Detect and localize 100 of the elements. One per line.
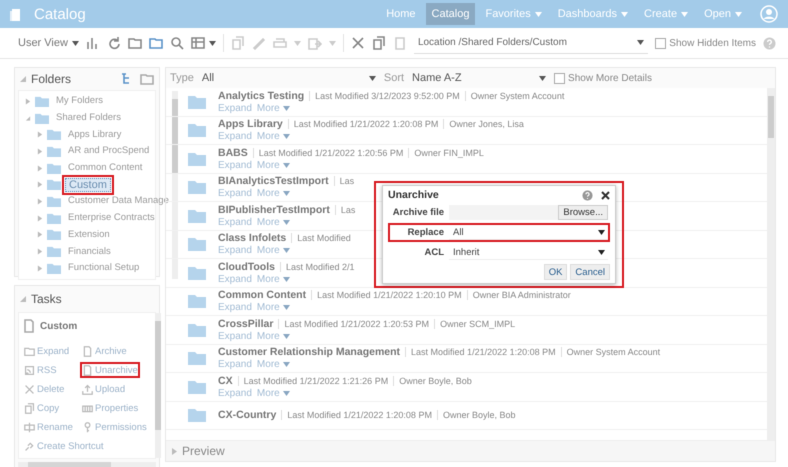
folder-icon[interactable] [140,72,154,86]
collapsed-arrow-icon[interactable] [37,248,43,256]
more-menu-link[interactable]: More [256,188,290,200]
collapsed-arrow-icon[interactable] [37,264,43,272]
copy-icon[interactable] [24,402,35,414]
more-menu-link[interactable]: More [256,102,290,114]
expand-link[interactable]: Expand [218,359,252,370]
collapsed-arrow-icon[interactable] [37,198,43,205]
task-link[interactable]: Create Shortcut [22,438,106,454]
collapsed-arrow-icon[interactable] [37,164,43,172]
expand-link[interactable]: Expand [218,131,252,142]
copy-icon[interactable] [230,36,245,50]
task-link[interactable]: Unarchive [80,362,140,378]
item-name[interactable]: CX-Country [218,409,276,422]
expand-link[interactable]: Expand [218,245,252,256]
file-field[interactable] [449,205,558,220]
tree-item[interactable]: Enterprise Contracts [65,211,158,226]
ok-button[interactable]: OK [544,264,568,280]
column-chart-icon[interactable] [86,36,100,50]
item-name[interactable]: CX [218,374,233,387]
task-link[interactable]: Upload [80,381,128,397]
collapsed-arrow-icon[interactable] [25,98,31,105]
export-icon[interactable] [308,36,322,50]
feed-icon[interactable] [24,364,35,376]
close-icon[interactable] [601,190,610,200]
expand-link[interactable]: Expand [218,216,252,228]
task-link[interactable]: Expand [22,343,72,359]
collapsed-arrow-icon[interactable] [37,231,43,238]
collapsed-arrow-icon[interactable] [37,148,43,155]
more-menu-link[interactable]: More [256,359,290,370]
collapse-arrow-icon[interactable] [20,76,26,82]
copy-icon[interactable] [372,36,386,50]
expand-link[interactable]: Expand [218,160,252,171]
document-icon[interactable] [22,319,36,333]
more-menu-link[interactable]: More [256,160,290,171]
tree-item[interactable]: Custom [65,178,111,192]
nav-tab[interactable]: Favorites [479,3,548,25]
nav-tab[interactable]: Create [638,3,694,25]
scrollbar[interactable] [172,91,178,279]
cancel-button[interactable]: Cancel [570,264,610,280]
select-dropdown[interactable]: All [449,225,608,240]
nav-tab[interactable]: Home [380,3,422,25]
expand-link[interactable]: Expand [218,102,252,114]
tree-item[interactable]: AR and ProcSpend [65,144,152,158]
task-link[interactable]: Delete [22,381,66,397]
link-icon[interactable] [24,440,35,452]
tree-item[interactable]: Functional Setup [65,261,142,276]
task-link[interactable]: Copy [22,400,62,416]
more-menu-link[interactable]: More [256,216,290,228]
item-name[interactable]: Common Content [218,289,306,302]
view-dropdown[interactable]: User View [18,37,79,49]
expand-link[interactable]: Expand [218,302,252,314]
user-avatar-icon[interactable] [760,5,778,23]
more-menu-link[interactable]: More [256,245,290,256]
expand-link[interactable]: Expand [218,330,252,342]
upload-icon[interactable] [82,384,93,394]
expand-link[interactable]: Expand [218,274,252,285]
more-menu-link[interactable]: More [256,274,290,285]
task-link[interactable]: Archive [80,343,129,359]
document-icon[interactable] [82,346,93,356]
select-dropdown[interactable]: Inherit [449,245,608,260]
help-icon[interactable] [763,36,776,50]
scrollbar[interactable] [155,313,161,458]
pencil-icon[interactable] [252,36,266,50]
grid-view-dropdown[interactable] [190,36,216,50]
collapsed-arrow-icon[interactable] [37,181,43,188]
preview-bar[interactable]: Preview [166,440,775,461]
refresh-icon[interactable] [106,36,121,50]
task-link[interactable]: RSS [22,362,59,378]
item-name[interactable]: Customer Relationship Management [218,346,400,358]
task-link[interactable]: Permissions [80,419,149,435]
paste-icon[interactable] [392,36,407,50]
properties-icon[interactable] [82,402,93,414]
more-menu-link[interactable]: More [256,131,290,142]
nav-tab[interactable]: Dashboards [552,3,634,25]
tree-item[interactable]: Financials [65,244,114,259]
tree-item[interactable]: Common Content [65,161,146,176]
grid-icon[interactable] [190,36,205,50]
type-dropdown[interactable]: All [198,72,379,84]
tree-item[interactable]: Extension [65,228,113,242]
checkbox[interactable] [655,38,666,48]
nav-tab[interactable]: Open [698,3,748,25]
item-name[interactable]: Apps Library [218,118,283,130]
delete-icon[interactable] [350,36,365,50]
tree-item[interactable]: Customer Data Manage [65,194,172,208]
more-menu-link[interactable]: More [256,330,290,342]
tree-item[interactable]: Apps Library [65,128,124,142]
collapsed-arrow-icon[interactable] [37,214,43,222]
item-name[interactable]: BIPublisherTestImport [218,204,330,216]
key-icon[interactable] [82,422,93,432]
expand-link[interactable]: Expand [218,188,252,200]
task-link[interactable]: Rename [22,419,75,435]
collapse-arrow-icon[interactable] [20,296,26,302]
item-name[interactable]: BABS [218,146,248,159]
item-name[interactable]: CrossPillar [218,318,274,330]
tree-item[interactable]: Shared Folders [53,111,124,126]
more-menu-link[interactable]: More [256,388,290,399]
print-icon[interactable] [272,36,287,50]
delete-icon[interactable] [24,384,35,394]
scrollbar[interactable] [767,88,775,440]
